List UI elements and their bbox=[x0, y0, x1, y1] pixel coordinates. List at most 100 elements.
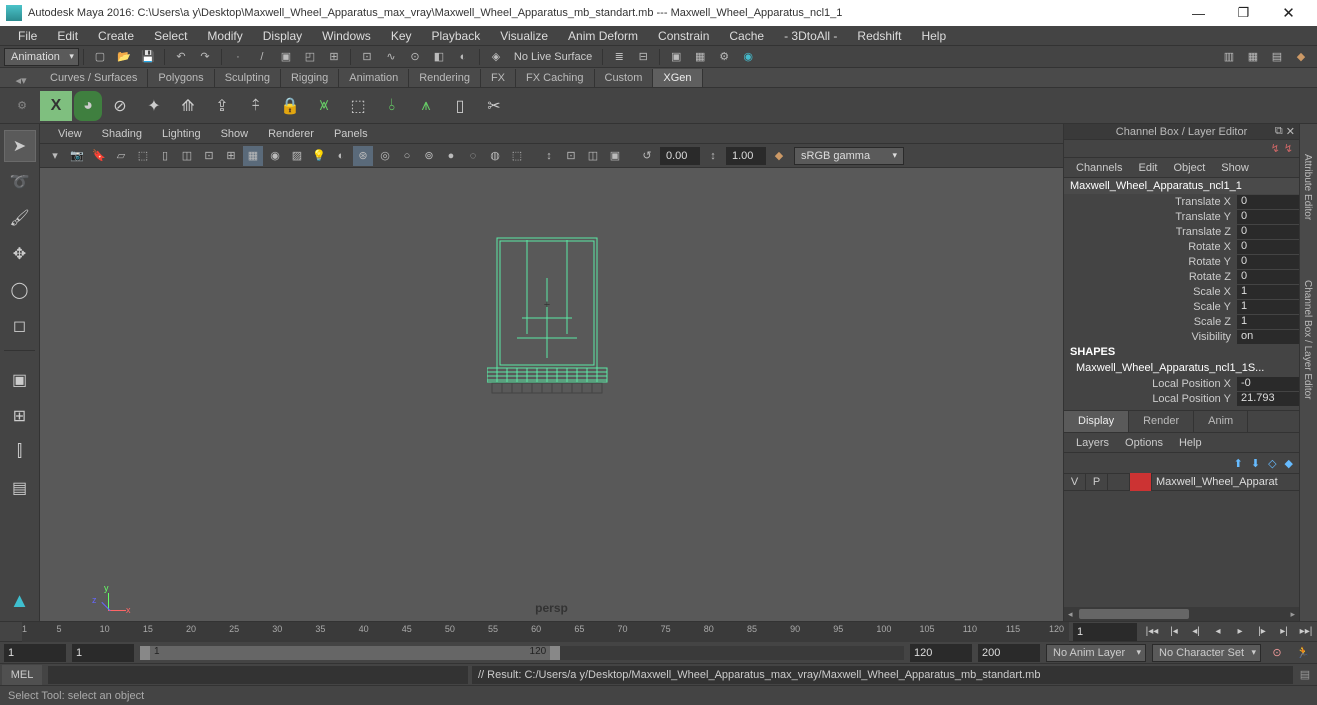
menu-constrain[interactable]: Constrain bbox=[648, 27, 719, 45]
menu-windows[interactable]: Windows bbox=[312, 27, 381, 45]
scroll-left-icon[interactable]: ◂ bbox=[1068, 609, 1073, 620]
panel-layout-4-icon[interactable]: ◆ bbox=[1291, 47, 1311, 67]
menu--3dtoall-[interactable]: - 3DtoAll - bbox=[774, 27, 847, 45]
shelf-tab-rendering[interactable]: Rendering bbox=[409, 69, 481, 87]
menu-edit[interactable]: Edit bbox=[47, 27, 88, 45]
isolate-icon[interactable]: ⬚ bbox=[507, 146, 527, 166]
aa-icon[interactable]: ◌ bbox=[463, 146, 483, 166]
menu-modify[interactable]: Modify bbox=[197, 27, 252, 45]
channel-menu-show[interactable]: Show bbox=[1213, 160, 1257, 176]
camera-select-icon[interactable]: ▾ bbox=[45, 146, 65, 166]
step-back-icon[interactable]: ◂| bbox=[1186, 623, 1206, 641]
minimize-button[interactable]: — bbox=[1176, 0, 1221, 26]
xgen-grass2-icon[interactable]: ⫰ bbox=[376, 91, 408, 121]
motion-blur-icon[interactable]: ⊚ bbox=[419, 146, 439, 166]
shelf-gear-icon[interactable]: ◂▾ bbox=[6, 74, 36, 87]
image-plane-icon[interactable]: ▱ bbox=[111, 146, 131, 166]
layer-type-toggle[interactable] bbox=[1108, 473, 1130, 491]
shelf-tab-curves-surfaces[interactable]: Curves / Surfaces bbox=[40, 69, 148, 87]
shelf-tab-fx-caching[interactable]: FX Caching bbox=[516, 69, 594, 87]
snap-grid-icon[interactable]: ⊡ bbox=[357, 47, 377, 67]
layer-tab-display[interactable]: Display bbox=[1064, 411, 1129, 432]
ao-icon[interactable]: ● bbox=[441, 146, 461, 166]
snap-view-icon[interactable]: ⊡ bbox=[561, 146, 581, 166]
anim-layer-select[interactable]: No Anim Layer bbox=[1046, 644, 1146, 662]
snap-curve-icon[interactable]: ∿ bbox=[381, 47, 401, 67]
dof-icon[interactable]: ◍ bbox=[485, 146, 505, 166]
paint-select-tool[interactable]: 🖌 bbox=[4, 202, 36, 234]
channel-menu-object[interactable]: Object bbox=[1165, 160, 1213, 176]
panel-menu-panels[interactable]: Panels bbox=[324, 126, 378, 142]
go-end-icon[interactable]: ▸▸| bbox=[1296, 623, 1316, 641]
object-name[interactable]: Maxwell_Wheel_Apparatus_ncl1_1 bbox=[1064, 178, 1299, 194]
reset-exposure-icon[interactable]: ↺ bbox=[637, 146, 657, 166]
xgen-grass1-icon[interactable]: ⩙ bbox=[308, 91, 340, 121]
grid-icon[interactable]: ⊞ bbox=[221, 146, 241, 166]
xgen-cut-icon[interactable]: ✂ bbox=[478, 91, 510, 121]
range-end-all-field[interactable]: 200 bbox=[978, 644, 1040, 662]
attr-value-field[interactable]: -0 bbox=[1237, 377, 1299, 391]
menu-help[interactable]: Help bbox=[911, 27, 956, 45]
maximize-button[interactable]: ❐ bbox=[1221, 0, 1266, 26]
layer-move-up-icon[interactable]: ⬆ bbox=[1234, 457, 1243, 470]
layer-new-icon[interactable]: ◆ bbox=[1285, 457, 1293, 470]
panel-menu-show[interactable]: Show bbox=[211, 126, 259, 142]
shelf-tab-animation[interactable]: Animation bbox=[339, 69, 409, 87]
attr-value-field[interactable]: 0 bbox=[1237, 270, 1299, 284]
xray-icon[interactable]: ◎ bbox=[375, 146, 395, 166]
attr-editor-tab[interactable]: Attribute Editor bbox=[1300, 124, 1315, 250]
attr-value-field[interactable]: 0 bbox=[1237, 210, 1299, 224]
menu-create[interactable]: Create bbox=[88, 27, 144, 45]
shelf-tab-fx[interactable]: FX bbox=[481, 69, 516, 87]
attr-value-field[interactable]: 21.793 bbox=[1237, 392, 1299, 406]
shelf-tab-sculpting[interactable]: Sculpting bbox=[215, 69, 281, 87]
viewport-wireframe-object[interactable]: + bbox=[487, 228, 667, 428]
gamma-select[interactable]: sRGB gamma bbox=[794, 147, 904, 165]
range-slider-track[interactable]: 1 120 bbox=[140, 646, 904, 660]
layer-visibility-toggle[interactable]: V bbox=[1064, 473, 1086, 491]
shelf-tab-xgen[interactable]: XGen bbox=[653, 69, 702, 87]
wireframe-shaded-icon[interactable]: ⊛ bbox=[353, 146, 373, 166]
layer-color-swatch[interactable] bbox=[1130, 473, 1152, 491]
close-panel-icon[interactable]: ✕ bbox=[1286, 125, 1295, 138]
xgen-paint-icon[interactable]: ✦ bbox=[138, 91, 170, 121]
shadows-icon[interactable]: ◐ bbox=[331, 146, 351, 166]
layer-menu-options[interactable]: Options bbox=[1117, 435, 1171, 451]
menu-visualize[interactable]: Visualize bbox=[490, 27, 558, 45]
live-surface-icon[interactable]: ◈ bbox=[486, 47, 506, 67]
panel-menu-renderer[interactable]: Renderer bbox=[258, 126, 324, 142]
new-scene-icon[interactable]: ▢ bbox=[90, 47, 110, 67]
menu-file[interactable]: File bbox=[8, 27, 47, 45]
scroll-thumb[interactable] bbox=[1079, 609, 1189, 619]
wireframe-icon[interactable]: ▦ bbox=[243, 146, 263, 166]
select-vertex-icon[interactable]: · bbox=[228, 47, 248, 67]
channel-ico1[interactable]: ↯ bbox=[1271, 142, 1280, 155]
panel-layout-1-icon[interactable]: ▥ bbox=[1219, 47, 1239, 67]
textured-icon[interactable]: ▨ bbox=[287, 146, 307, 166]
range-end-field[interactable]: 120 bbox=[910, 644, 972, 662]
layer-playback-toggle[interactable]: P bbox=[1086, 473, 1108, 491]
select-face-icon[interactable]: ▣ bbox=[276, 47, 296, 67]
snap-live-icon[interactable]: ◐ bbox=[453, 47, 473, 67]
scale-tool[interactable]: ◻ bbox=[4, 310, 36, 342]
menu-cache[interactable]: Cache bbox=[719, 27, 774, 45]
redo-icon[interactable]: ↷ bbox=[195, 47, 215, 67]
save-scene-icon[interactable]: 💾 bbox=[138, 47, 158, 67]
attr-value-field[interactable]: 1 bbox=[1237, 300, 1299, 314]
xgen-guide-icon[interactable]: ⇪ bbox=[206, 91, 238, 121]
attr-value-field[interactable]: 1 bbox=[1237, 315, 1299, 329]
history-icon[interactable]: ≣ bbox=[609, 47, 629, 67]
panel-menu-lighting[interactable]: Lighting bbox=[152, 126, 211, 142]
resolution-gate-icon[interactable]: ▯ bbox=[155, 146, 175, 166]
prefs-icon[interactable]: 🏃 bbox=[1293, 644, 1313, 662]
range-slider-thumb[interactable]: 1 120 bbox=[140, 646, 560, 660]
current-time-field[interactable]: 1 bbox=[1073, 623, 1137, 641]
exposure-field[interactable]: 0.00 bbox=[660, 147, 700, 165]
layout-quad-icon[interactable]: ⊞ bbox=[4, 400, 36, 432]
shelf-tab-custom[interactable]: Custom bbox=[595, 69, 654, 87]
ipr-icon[interactable]: ▦ bbox=[690, 47, 710, 67]
menu-anim-deform[interactable]: Anim Deform bbox=[558, 27, 648, 45]
range-handle-left[interactable] bbox=[140, 646, 150, 660]
menu-key[interactable]: Key bbox=[381, 27, 422, 45]
expose2-icon[interactable]: ▣ bbox=[605, 146, 625, 166]
